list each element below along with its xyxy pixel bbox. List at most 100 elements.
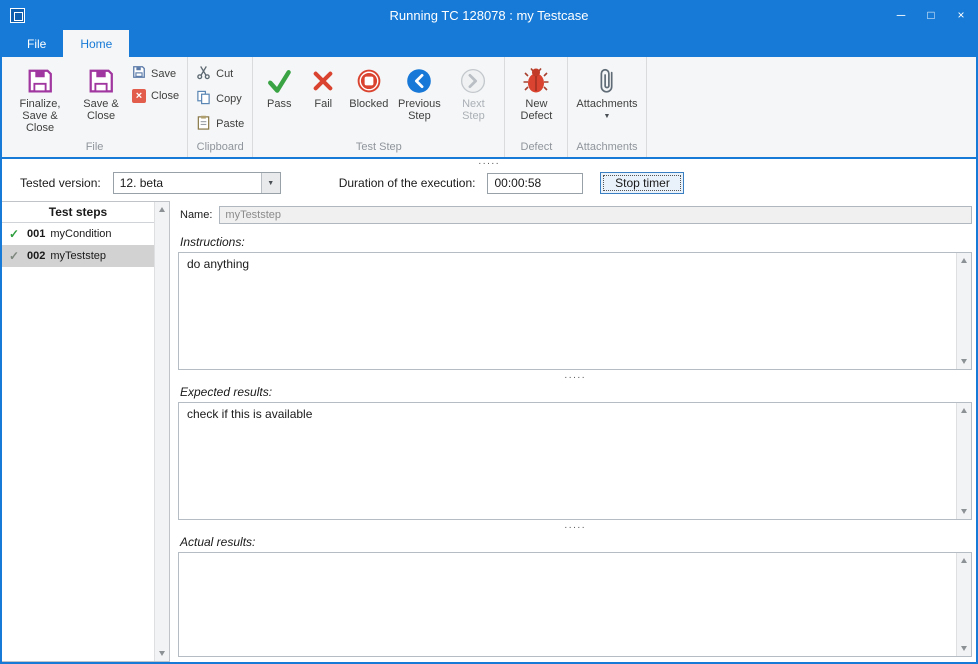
attachments-dropdown-icon[interactable]: ▼ (604, 111, 611, 123)
app-window: Running TC 128078 : my Testcase ─ □ × Fi… (0, 0, 978, 664)
group-label-test-step: Test Step (255, 141, 502, 157)
tested-version-combobox[interactable]: 12. beta ▼ (113, 172, 281, 194)
scroll-up-button[interactable] (957, 403, 971, 418)
step-passed-check-icon: ✓ (9, 227, 22, 241)
step-detail-form: Name: Instructions: do anything ····· Ex… (170, 201, 976, 662)
expected-results-text[interactable]: check if this is available (179, 403, 956, 519)
tab-file[interactable]: File (10, 30, 63, 57)
step-name: myCondition (50, 228, 111, 240)
scissors-icon (196, 65, 211, 83)
blocked-button[interactable]: Blocked (345, 61, 392, 111)
group-label-defect: Defect (507, 141, 565, 157)
ribbon-tabs: File Home (2, 30, 976, 57)
horizontal-splitter-handle[interactable]: ····· (2, 159, 976, 169)
scroll-up-button[interactable] (957, 553, 971, 568)
group-label-file: File (4, 141, 185, 157)
instructions-scrollbar[interactable] (956, 253, 971, 369)
cut-button[interactable]: Cut (196, 65, 244, 83)
test-steps-scrollbar[interactable] (154, 202, 169, 661)
ribbon-group-test-step: Pass Fail Blocked (253, 57, 505, 157)
triangle-up-icon (159, 207, 165, 212)
maximize-icon: □ (927, 8, 934, 22)
duration-label: Duration of the execution: (339, 176, 476, 190)
triangle-down-icon (961, 359, 967, 364)
stop-timer-button[interactable]: Stop timer (600, 172, 684, 194)
test-step-row[interactable]: ✓ 001 myCondition (2, 223, 154, 245)
blocked-label: Blocked (349, 98, 388, 110)
test-steps-panel: Test steps ✓ 001 myCondition ✓ 002 myTes… (2, 201, 170, 662)
ribbon-group-clipboard: Cut Copy Paste Cl (188, 57, 253, 157)
minimize-icon: ─ (897, 8, 906, 22)
window-title: Running TC 128078 : my Testcase (2, 8, 976, 23)
copy-label: Copy (216, 93, 242, 105)
scroll-down-button[interactable] (957, 504, 971, 519)
instructions-text[interactable]: do anything (179, 253, 956, 369)
step-check-icon: ✓ (9, 249, 22, 263)
pass-check-icon (265, 64, 293, 98)
titlebar: Running TC 128078 : my Testcase ─ □ × (2, 0, 976, 30)
paperclip-icon (595, 64, 619, 98)
expected-results-textbox[interactable]: check if this is available (178, 402, 972, 520)
blocked-stop-icon (355, 64, 383, 98)
close-ribbon-button[interactable]: × Close (132, 89, 179, 103)
next-arrow-icon (459, 64, 487, 98)
name-label: Name: (180, 209, 212, 221)
combobox-dropdown-button[interactable]: ▼ (261, 173, 280, 193)
duration-input[interactable] (487, 173, 583, 194)
pass-button[interactable]: Pass (257, 61, 301, 111)
next-step-button: Next Step (446, 61, 500, 123)
paste-button[interactable]: Paste (196, 115, 244, 133)
actual-results-textbox[interactable] (178, 552, 972, 657)
app-icon[interactable] (10, 8, 25, 23)
actual-results-label: Actual results: (180, 535, 972, 549)
copy-button[interactable]: Copy (196, 90, 244, 108)
instructions-label: Instructions: (180, 235, 972, 249)
content-area: Test steps ✓ 001 myCondition ✓ 002 myTes… (2, 201, 976, 662)
tested-version-label: Tested version: (20, 176, 101, 190)
finalize-save-close-button[interactable]: Finalize, Save & Close (6, 61, 74, 135)
actual-results-text[interactable] (179, 553, 956, 656)
close-button[interactable]: × (946, 0, 976, 30)
vertical-splitter-handle[interactable]: ····· (178, 522, 972, 534)
name-input[interactable] (219, 206, 972, 224)
instructions-textbox[interactable]: do anything (178, 252, 972, 370)
finalize-save-close-label: Finalize, Save & Close (10, 98, 70, 134)
save-button[interactable]: Save (132, 65, 179, 82)
tab-home[interactable]: Home (63, 30, 129, 57)
new-defect-button[interactable]: New Defect (509, 61, 563, 123)
step-number: 001 (27, 228, 45, 240)
scroll-up-button[interactable] (155, 202, 169, 217)
scroll-down-button[interactable] (957, 354, 971, 369)
triangle-up-icon (961, 408, 967, 413)
triangle-down-icon (961, 646, 967, 651)
maximize-button[interactable]: □ (916, 0, 946, 30)
vertical-splitter-handle[interactable]: ····· (178, 372, 972, 384)
scroll-down-button[interactable] (155, 646, 169, 661)
execution-toolbar: ····· Tested version: 12. beta ▼ Duratio… (2, 159, 976, 201)
scroll-down-button[interactable] (957, 641, 971, 656)
actual-results-scrollbar[interactable] (956, 553, 971, 656)
triangle-down-icon (961, 509, 967, 514)
minimize-button[interactable]: ─ (886, 0, 916, 30)
save-floppy-icon (86, 64, 116, 98)
ribbon-group-file: Finalize, Save & Close Save & Close Save (2, 57, 188, 157)
tested-version-value: 12. beta (114, 173, 261, 193)
group-label-clipboard: Clipboard (190, 141, 250, 157)
save-label: Save (151, 68, 176, 80)
group-label-attachments: Attachments (570, 141, 643, 157)
fail-button[interactable]: Fail (301, 61, 345, 111)
copy-icon (196, 90, 211, 108)
fail-x-icon (310, 64, 336, 98)
test-step-row[interactable]: ✓ 002 myTeststep (2, 245, 154, 267)
scroll-up-button[interactable] (957, 253, 971, 268)
save-and-close-button[interactable]: Save & Close (74, 61, 128, 123)
paste-icon (196, 115, 211, 133)
previous-step-button[interactable]: Previous Step (392, 61, 446, 123)
attachments-button[interactable]: Attachments ▼ (572, 61, 641, 124)
step-name: myTeststep (50, 250, 106, 262)
ribbon: Finalize, Save & Close Save & Close Save (2, 57, 976, 159)
bug-icon (523, 64, 549, 98)
expected-results-scrollbar[interactable] (956, 403, 971, 519)
triangle-down-icon (159, 651, 165, 656)
ribbon-group-attachments: Attachments ▼ Attachments (568, 57, 646, 157)
